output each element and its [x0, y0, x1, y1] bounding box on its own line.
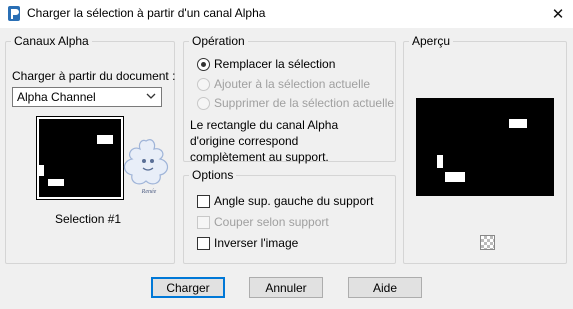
transparency-checker-icon[interactable]	[480, 235, 495, 250]
app-icon	[8, 6, 20, 21]
close-button[interactable]: ✕	[543, 0, 573, 28]
checkbox-clip-label: Couper selon support	[214, 215, 329, 229]
selection-name: Selection #1	[55, 212, 122, 226]
help-button[interactable]: Aide	[348, 277, 422, 298]
chevron-down-icon	[146, 90, 156, 105]
document-select[interactable]: Alpha Channel	[12, 87, 162, 107]
preview-shape	[445, 172, 465, 182]
checkbox-invert-label: Inverser l'image	[214, 236, 299, 250]
checkbox-top-left-label: Angle sup. gauche du support	[214, 194, 374, 208]
watermark-text: Renée	[141, 189, 157, 195]
watermark-logo: Renée	[123, 139, 169, 195]
title-bar: Charger la sélection à partir d'un canal…	[0, 0, 573, 28]
info-line: complètement au support.	[190, 150, 329, 164]
checkbox-top-left-corner[interactable]: Angle sup. gauche du support	[197, 194, 373, 208]
preview-shape	[437, 155, 443, 168]
info-line: Le rectangle du canal Alpha	[190, 118, 339, 132]
load-from-document-label: Charger à partir du document :	[12, 69, 176, 83]
options-title: Options	[189, 168, 237, 182]
close-icon: ✕	[551, 6, 565, 23]
operation-info-text: Le rectangle du canal Alpha d'origine co…	[190, 117, 338, 165]
cancel-button[interactable]: Annuler	[249, 277, 323, 298]
info-line: d'origine correspond	[190, 134, 299, 148]
selection-thumbnail-image	[39, 119, 121, 197]
checkbox[interactable]	[197, 236, 210, 250]
selection-shape	[48, 179, 64, 186]
radio-add-label: Ajouter à la sélection actuelle	[214, 77, 371, 91]
selection-shape	[39, 165, 44, 176]
radio-subtract-label: Supprimer de la sélection actuelle	[214, 96, 395, 110]
document-select-value: Alpha Channel	[17, 90, 96, 104]
radio-button[interactable]	[197, 57, 210, 71]
radio-button	[197, 77, 210, 91]
preview-image	[416, 98, 554, 196]
checkbox-clip-to-canvas: Couper selon support	[197, 215, 329, 229]
alpha-channels-title: Canaux Alpha	[11, 34, 92, 48]
operation-title: Opération	[189, 34, 248, 48]
checkbox	[197, 215, 210, 229]
radio-subtract-selection: Supprimer de la sélection actuelle	[197, 96, 394, 110]
radio-button	[197, 96, 210, 110]
load-button[interactable]: Charger	[151, 277, 225, 298]
selection-shape	[97, 135, 113, 144]
radio-replace-selection[interactable]: Remplacer la sélection	[197, 57, 335, 71]
preview-title: Aperçu	[409, 34, 454, 48]
radio-replace-label: Remplacer la sélection	[214, 57, 336, 71]
window-title: Charger la sélection à partir d'un canal…	[27, 6, 266, 20]
checkbox[interactable]	[197, 194, 210, 208]
selection-thumbnail[interactable]	[36, 116, 124, 200]
checkbox-invert-image[interactable]: Inverser l'image	[197, 236, 298, 250]
radio-add-selection: Ajouter à la sélection actuelle	[197, 77, 370, 91]
preview-shape	[509, 119, 527, 128]
